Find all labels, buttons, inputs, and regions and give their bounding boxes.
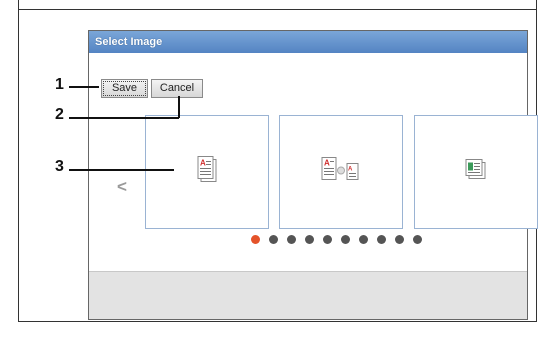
pagination-dot[interactable] [305, 235, 314, 244]
pagination-dot[interactable] [377, 235, 386, 244]
callout-number: 1 [55, 76, 64, 93]
callout-line [69, 86, 99, 88]
save-button[interactable]: Save [101, 79, 148, 98]
document-icon: A [196, 155, 218, 190]
pagination-dot-active[interactable] [251, 235, 260, 244]
select-image-dialog: Select Image Save Cancel < A A A [88, 30, 538, 320]
callout-line [69, 117, 179, 119]
dialog-title: Select Image [89, 31, 527, 53]
svg-text:A: A [200, 159, 206, 168]
image-option-card[interactable] [414, 115, 538, 229]
pagination-dot[interactable] [323, 235, 332, 244]
cancel-button[interactable]: Cancel [151, 79, 203, 98]
carousel-prev-button[interactable]: < [117, 177, 127, 197]
pagination-dot[interactable] [341, 235, 350, 244]
pagination-dot[interactable] [287, 235, 296, 244]
pagination-dot[interactable] [413, 235, 422, 244]
image-option-card[interactable]: A A [279, 115, 403, 229]
dialog-footer [89, 271, 527, 319]
callout-number: 2 [55, 106, 64, 123]
pagination-dot[interactable] [359, 235, 368, 244]
svg-text:A: A [348, 167, 353, 173]
image-document-icon [464, 158, 488, 187]
pagination-dot[interactable] [395, 235, 404, 244]
svg-text:A: A [324, 159, 330, 168]
document-transfer-icon: A A [320, 156, 362, 189]
callout-line [178, 96, 180, 118]
pagination-dot[interactable] [269, 235, 278, 244]
image-option-card[interactable]: A [145, 115, 269, 229]
callout-line [69, 169, 174, 171]
callout-number: 3 [55, 158, 64, 175]
